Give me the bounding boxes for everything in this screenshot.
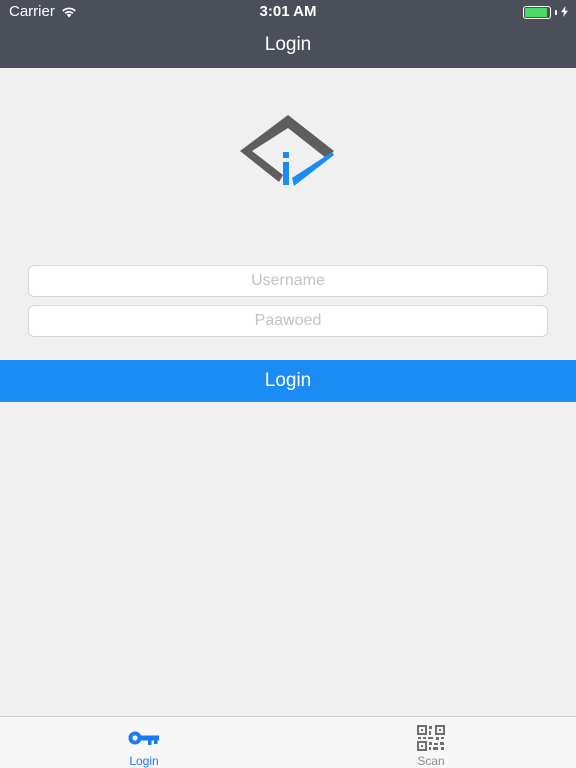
key-icon bbox=[128, 725, 160, 751]
status-time: 3:01 AM bbox=[259, 3, 317, 20]
qr-code-icon bbox=[416, 725, 446, 751]
tab-login[interactable]: Login bbox=[84, 717, 204, 768]
battery-tip bbox=[555, 10, 557, 15]
charging-bolt-icon bbox=[561, 4, 568, 21]
tab-login-label: Login bbox=[129, 754, 159, 768]
battery-icon bbox=[523, 6, 551, 19]
username-input[interactable] bbox=[28, 265, 548, 297]
app-logo-icon bbox=[236, 110, 340, 190]
tab-scan-label: Scan bbox=[417, 754, 445, 768]
status-battery bbox=[523, 4, 568, 21]
tab-scan[interactable]: Scan bbox=[371, 717, 491, 768]
battery-level-fill bbox=[525, 8, 547, 17]
tab-bar: Login Scan bbox=[0, 716, 576, 768]
login-button-label: Login bbox=[264, 370, 312, 391]
login-screen: Carrier 3:01 AM Login Username Login Log… bbox=[0, 0, 576, 768]
password-input[interactable] bbox=[28, 305, 548, 337]
page-title: Login bbox=[264, 34, 312, 55]
login-button[interactable]: Login bbox=[0, 360, 576, 402]
navigation-bar: Login bbox=[0, 22, 576, 68]
status-bar: Carrier 3:01 AM bbox=[0, 0, 576, 22]
